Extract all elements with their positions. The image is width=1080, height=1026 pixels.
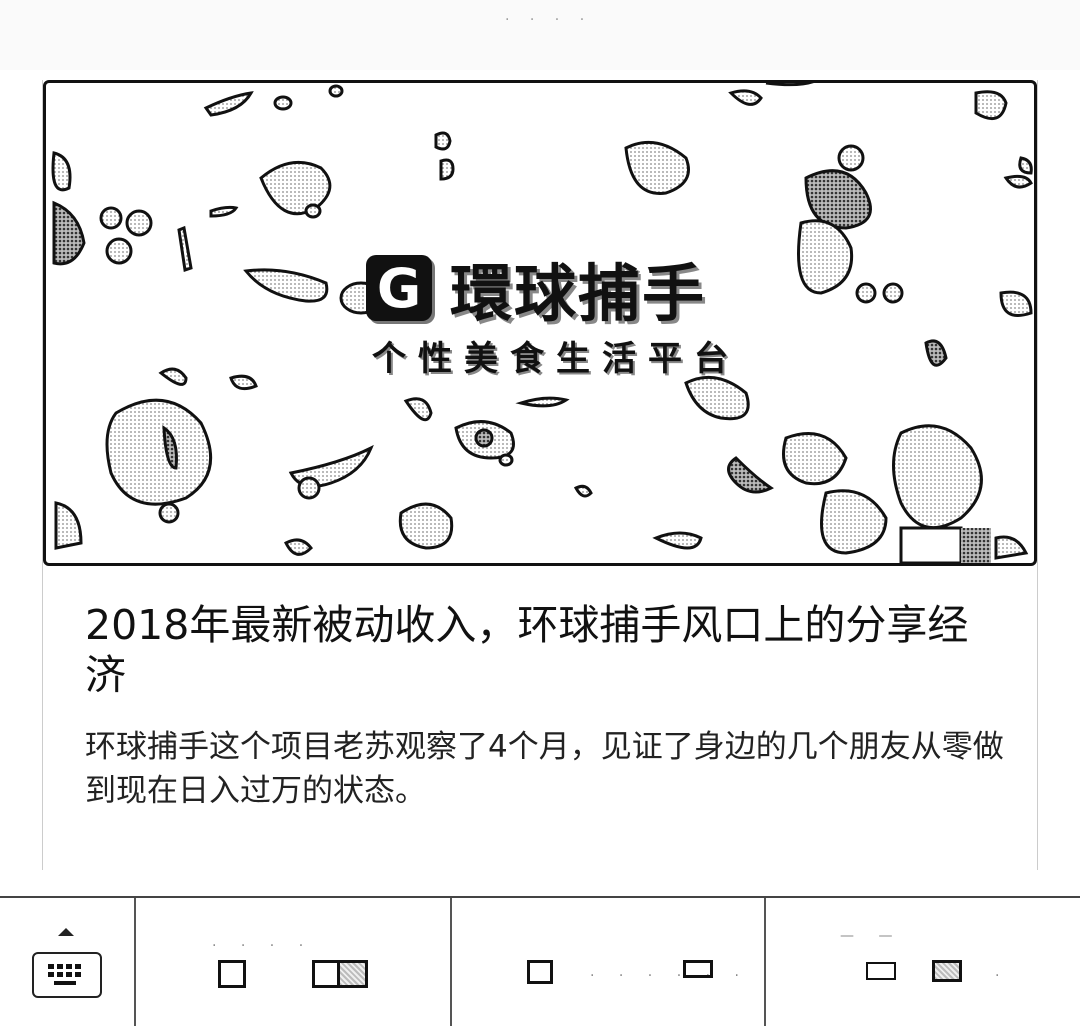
brand-name: 環球捕手: [450, 257, 707, 330]
brand-slogan: 个性美食生活平台: [372, 339, 740, 379]
bottom-toolbar: · · · · · · · · · · — — ·: [0, 896, 1080, 1026]
faint-dots: · · · ·: [212, 938, 314, 954]
keyboard-icon: [48, 964, 81, 985]
brand-logo: G 環球捕手: [366, 248, 706, 330]
window-icon[interactable]: [312, 960, 340, 988]
split-window-icon[interactable]: [340, 960, 368, 988]
caret-up-icon[interactable]: [58, 928, 74, 936]
window-icon[interactable]: [866, 962, 896, 980]
article-card[interactable]: G 環球捕手 个性美食生活平台 2018年最新被动收入，环球捕手风口上的分享经济…: [42, 80, 1038, 870]
keyboard-button[interactable]: [32, 952, 102, 998]
top-status-band: · · · ·: [0, 0, 1080, 70]
article-title[interactable]: 2018年最新被动收入，环球捕手风口上的分享经济: [85, 600, 1005, 700]
window-icon[interactable]: [527, 960, 553, 984]
toolbar-divider: [764, 898, 766, 1026]
toolbar-divider: [134, 898, 136, 1026]
article-banner-image[interactable]: G 環球捕手 个性美食生活平台: [43, 80, 1037, 566]
loading-dots: · · · ·: [505, 12, 593, 28]
article-summary: 环球捕手这个项目老苏观察了4个月，见证了身边的几个朋友从零做到现在日入过万的状态…: [85, 729, 1004, 809]
window-icon[interactable]: [218, 960, 246, 988]
window-icon[interactable]: [932, 960, 962, 982]
faint-dots: — —: [840, 928, 903, 944]
brand-logo-icon: G: [366, 255, 432, 321]
window-icon[interactable]: [683, 960, 713, 978]
faint-dots: ·: [995, 968, 1010, 984]
faint-dots: · · · · · ·: [590, 968, 749, 984]
toolbar-divider: [450, 898, 452, 1026]
